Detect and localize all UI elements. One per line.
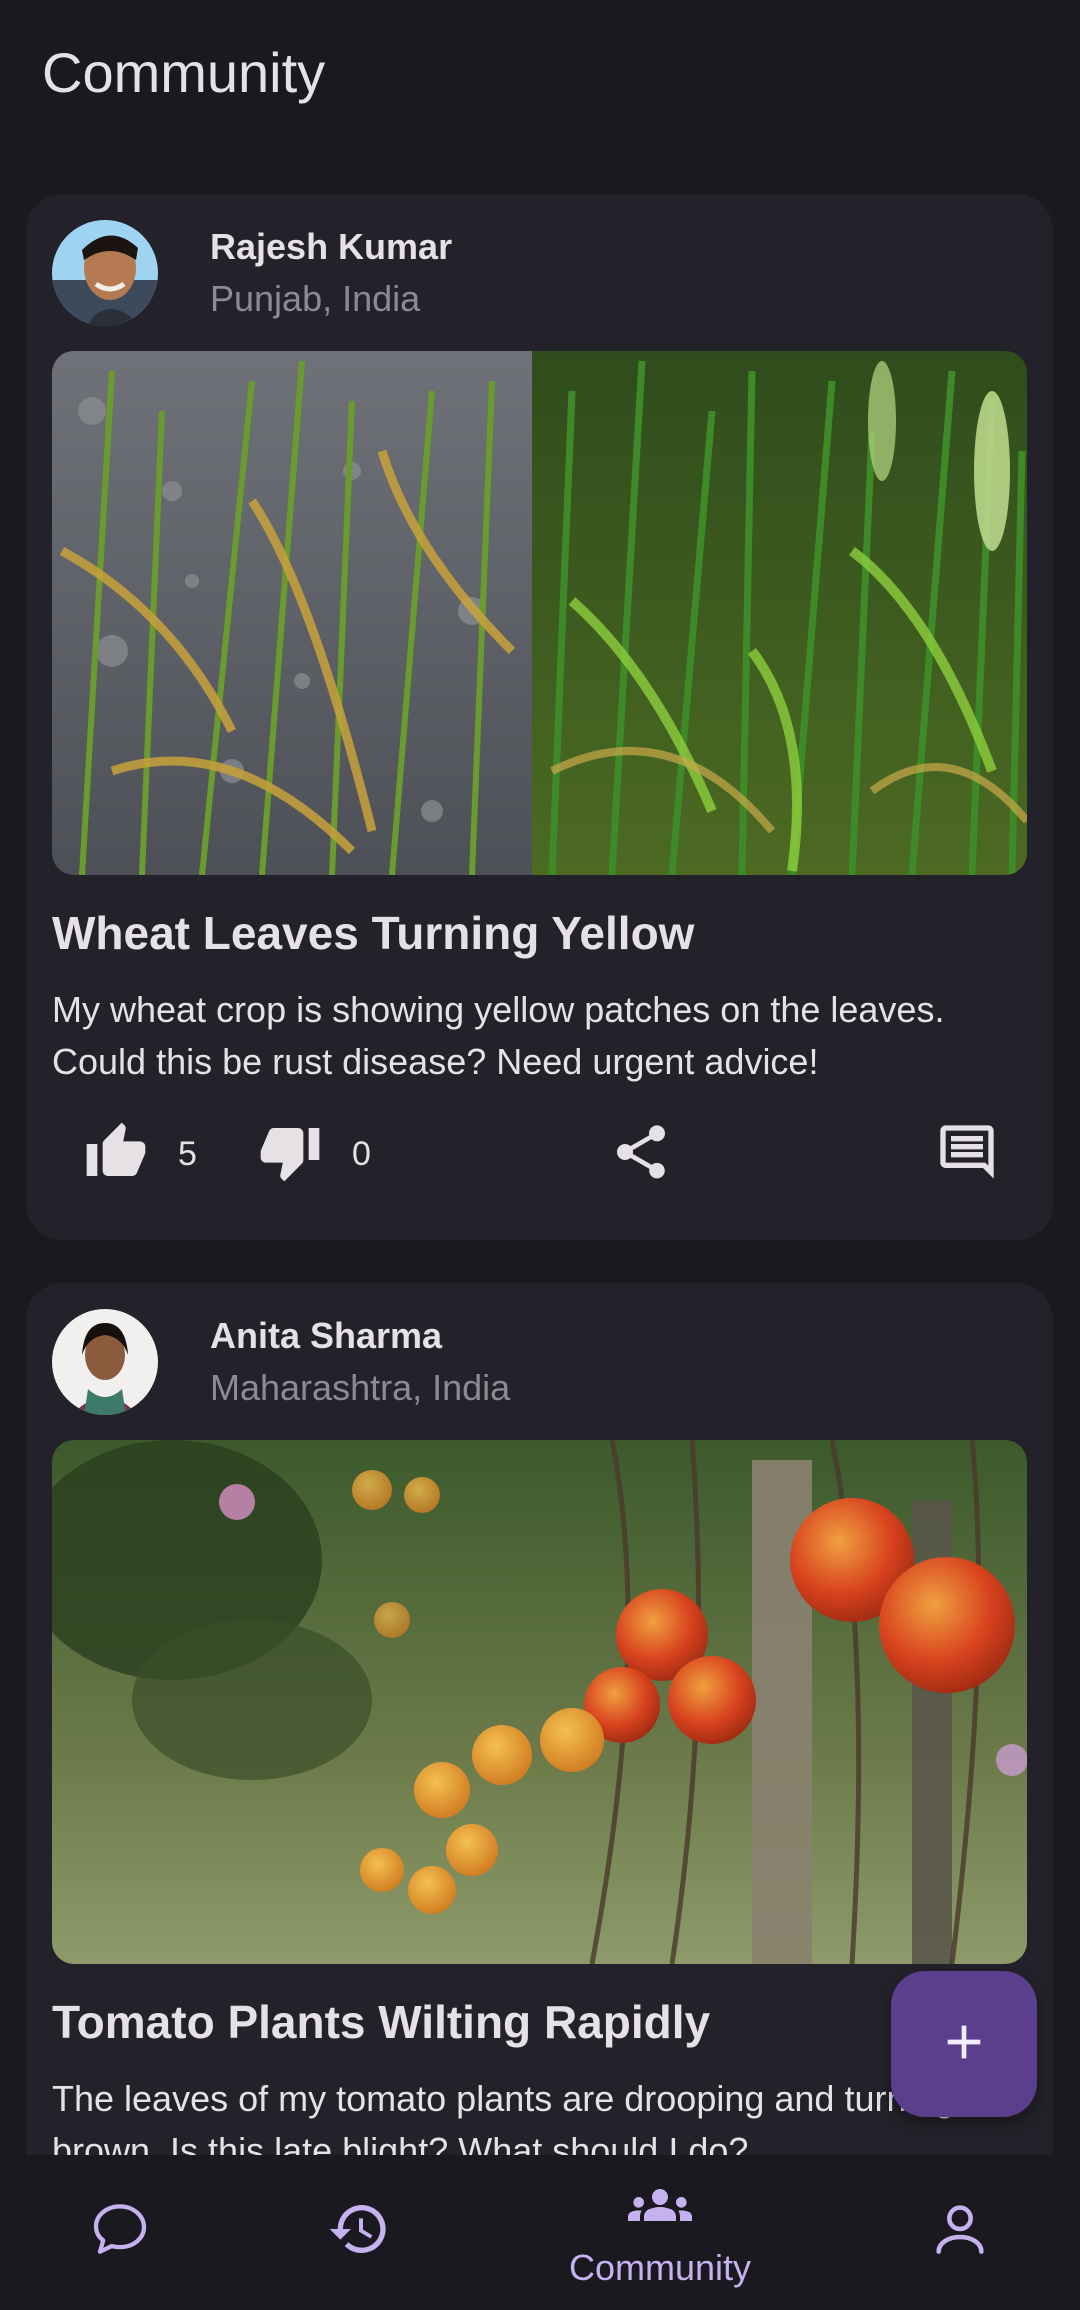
bottom-nav: Community: [0, 2155, 1080, 2310]
comment-button[interactable]: [935, 1114, 999, 1194]
group-icon: [628, 2173, 692, 2237]
like-button[interactable]: 5: [84, 1114, 197, 1194]
post-body: My wheat crop is showing yellow patches …: [52, 989, 945, 1082]
nav-label-community: Community: [568, 2247, 752, 2288]
like-count: 5: [178, 1134, 197, 1173]
community-feed[interactable]: Community Rajesh Kumar Punjab, India Whe…: [0, 0, 1080, 2155]
nav-item-profile[interactable]: [860, 2155, 1060, 2310]
post-body: The leaves of my tomato plants are droop…: [52, 2078, 955, 2155]
new-post-fab[interactable]: [891, 1971, 1037, 2117]
post-author-row: Rajesh Kumar Punjab, India: [52, 220, 1012, 330]
share-button[interactable]: [609, 1114, 673, 1194]
post-title[interactable]: Tomato Plants Wilting Rapidly: [52, 1993, 1027, 2051]
share-icon: [609, 1120, 673, 1189]
author-location: Maharashtra, India: [210, 1367, 511, 1408]
post-image-tomato[interactable]: [52, 1440, 1027, 1964]
nav-item-community[interactable]: Community: [560, 2155, 760, 2310]
author-avatar: [52, 1309, 158, 1415]
plus-icon: [936, 2014, 992, 2075]
author-name[interactable]: Anita Sharma: [210, 1313, 442, 1359]
page-title: Community: [42, 41, 326, 104]
post-card[interactable]: Rajesh Kumar Punjab, India Wheat Leaves …: [26, 194, 1053, 1240]
thumb-up-icon: [84, 1120, 148, 1189]
app-root: Community Rajesh Kumar Punjab, India Whe…: [0, 0, 1080, 2310]
person-icon: [928, 2197, 992, 2261]
post-title[interactable]: Wheat Leaves Turning Yellow: [52, 904, 1027, 962]
chat-bubble-icon: [88, 2197, 152, 2261]
comment-icon: [935, 1120, 999, 1189]
history-icon: [327, 2197, 391, 2261]
author-name[interactable]: Rajesh Kumar: [210, 224, 452, 270]
dislike-button[interactable]: 0: [258, 1114, 371, 1194]
thumb-down-icon: [258, 1120, 322, 1189]
post-author-row: Anita Sharma Maharashtra, India: [52, 1309, 1012, 1419]
nav-item-chat[interactable]: [20, 2155, 220, 2310]
dislike-count: 0: [352, 1134, 371, 1173]
author-location: Punjab, India: [210, 278, 421, 319]
post-image-wheat[interactable]: [52, 351, 1027, 875]
post-actions: 5 0: [26, 1114, 1053, 1194]
nav-item-history[interactable]: [259, 2155, 459, 2310]
author-avatar: [52, 220, 158, 326]
